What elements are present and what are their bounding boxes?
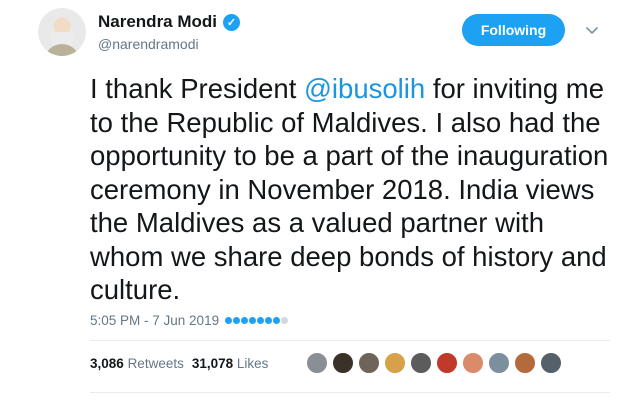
divider [90,392,610,393]
retweets-stat[interactable]: 3,086 Retweets [90,356,184,371]
retweets-label[interactable]: Retweets [128,356,184,371]
avatar-body [44,44,80,56]
likers-avatars[interactable] [306,352,562,374]
timestamp-text[interactable]: 5:05 PM - 7 Jun 2019 [90,313,219,328]
divider [90,340,610,341]
redacted-dots [225,317,289,324]
avatar[interactable] [38,8,86,56]
likes-label[interactable]: Likes [237,356,269,371]
following-button[interactable]: Following [462,14,565,46]
tweet-text: I thank President @ibusolih for inviting… [90,72,610,307]
author-handle[interactable]: @narendramodi [98,36,199,52]
liker-avatar[interactable] [462,352,484,374]
liker-avatar[interactable] [306,352,328,374]
author-name[interactable]: Narendra Modi [98,12,217,32]
likes-count[interactable]: 31,078 [192,356,233,371]
likes-stat[interactable]: 31,078 Likes [192,356,269,371]
liker-avatar[interactable] [488,352,510,374]
mention-link[interactable]: @ibusolih [304,73,425,104]
liker-avatar[interactable] [358,352,380,374]
author-name-row[interactable]: Narendra Modi ✓ [98,12,241,32]
chevron-down-icon[interactable] [584,22,600,38]
liker-avatar[interactable] [384,352,406,374]
tweet-timestamp[interactable]: 5:05 PM - 7 Jun 2019 [90,313,289,328]
liker-avatar[interactable] [514,352,536,374]
liker-avatar[interactable] [410,352,432,374]
retweets-count[interactable]: 3,086 [90,356,124,371]
tweet-header: Narendra Modi ✓ @narendramodi Following [0,0,640,70]
verified-badge-icon: ✓ [223,13,241,31]
tweet-text-rest: for inviting me to the Republic of Maldi… [90,73,609,305]
tweet-stats: 3,086 Retweets 31,078 Likes [90,356,268,371]
tweet-text-start: I thank President [90,73,305,104]
liker-avatar[interactable] [540,352,562,374]
liker-avatar[interactable] [436,352,458,374]
liker-avatar[interactable] [332,352,354,374]
